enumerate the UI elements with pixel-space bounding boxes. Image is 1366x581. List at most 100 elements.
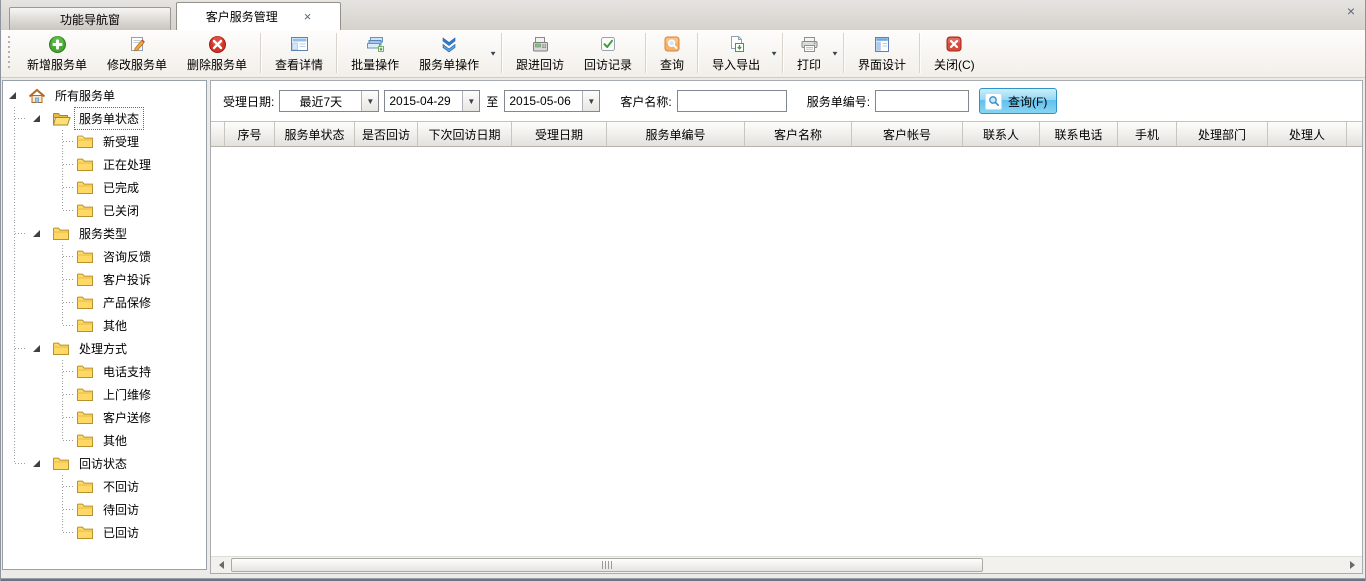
tree-guide — [27, 360, 51, 383]
column-header-customer[interactable]: 客户名称 — [745, 122, 852, 146]
tree-item-label: 新受理 — [98, 130, 144, 153]
column-header-seq[interactable]: 序号 — [225, 122, 275, 146]
button-label: 服务单操作 — [419, 56, 479, 73]
tree-item-no-visit[interactable]: 不回访 — [3, 475, 206, 498]
batch-operation-button[interactable]: 批量操作 — [341, 31, 409, 75]
follow-up-visit-button[interactable]: 跟进回访 — [506, 31, 574, 75]
tree-item-phone-support[interactable]: 电话支持 — [3, 360, 206, 383]
date-from-combo[interactable]: 2015-04-29 ▼ — [384, 90, 480, 112]
tree-item-handle-method[interactable]: 处理方式 — [3, 337, 206, 360]
search-button[interactable]: 查询(F) — [979, 88, 1057, 114]
toolbar-separator — [336, 33, 338, 73]
print-group: 打印 ▼ — [787, 31, 840, 75]
date-range-preset-combo[interactable]: 最近7天 ▼ — [279, 90, 379, 112]
toolbar-separator — [919, 33, 921, 73]
tree-guide — [3, 291, 27, 314]
expand-icon[interactable] — [33, 345, 40, 352]
dropdown-arrow-icon[interactable]: ▼ — [489, 49, 497, 56]
column-header-account[interactable]: 客户帐号 — [852, 122, 963, 146]
tree-item-customer-complaint[interactable]: 客户投诉 — [3, 268, 206, 291]
tree-guide — [3, 199, 27, 222]
search-button-label: 查询(F) — [1008, 93, 1047, 110]
toolbar-grip-icon[interactable] — [7, 36, 12, 70]
tree-item-onsite-repair[interactable]: 上门维修 — [3, 383, 206, 406]
tree-item-customer-sendin[interactable]: 客户送修 — [3, 406, 206, 429]
tree-item-new-accepted[interactable]: 新受理 — [3, 130, 206, 153]
tree-guide — [3, 337, 27, 360]
column-header-filler — [1347, 122, 1362, 146]
tree-guide — [3, 406, 27, 429]
ui-design-button[interactable]: 界面设计 — [848, 31, 916, 75]
tree-item-completed[interactable]: 已完成 — [3, 176, 206, 199]
column-header-handler[interactable]: 处理人 — [1268, 122, 1347, 146]
expand-icon[interactable] — [33, 115, 40, 122]
tab-strip: 功能导航窗 客户服务管理 × × — [1, 0, 1365, 30]
dropdown-arrow-icon[interactable]: ▼ — [831, 49, 839, 56]
tree-item-visited[interactable]: 已回访 — [3, 521, 206, 544]
search-icon — [985, 93, 1002, 110]
horizontal-scrollbar[interactable] — [211, 556, 1362, 573]
customer-name-input[interactable] — [677, 90, 787, 112]
tree-item-pending-visit[interactable]: 待回访 — [3, 498, 206, 521]
print-button[interactable]: 打印 — [787, 31, 831, 75]
expand-icon[interactable] — [9, 92, 16, 99]
tree-item-label: 客户送修 — [98, 406, 156, 429]
tree-guide — [3, 452, 27, 475]
window-close-icon[interactable]: × — [1347, 4, 1355, 18]
dropdown-arrow-icon[interactable]: ▼ — [770, 49, 778, 56]
column-header-order-status[interactable]: 服务单状态 — [275, 122, 355, 146]
folder-icon — [76, 317, 95, 334]
tab-customer-service[interactable]: 客户服务管理 × — [176, 2, 341, 30]
tree-item-processing[interactable]: 正在处理 — [3, 153, 206, 176]
tree-item-label: 产品保修 — [98, 291, 156, 314]
column-header-next-visit[interactable]: 下次回访日期 — [418, 122, 512, 146]
import-export-button[interactable]: 导入导出 — [702, 31, 770, 75]
view-details-button[interactable]: 查看详情 — [265, 31, 333, 75]
add-service-order-button[interactable]: 新增服务单 — [17, 31, 97, 75]
navigation-tree-panel: 所有服务单 服务单状态 新受理 正在处理 — [2, 80, 207, 570]
tree-item-all-orders[interactable]: 所有服务单 — [3, 84, 206, 107]
toolbar-separator — [782, 33, 784, 73]
tree-item-service-type[interactable]: 服务类型 — [3, 222, 206, 245]
folder-icon — [76, 294, 95, 311]
column-header-mobile[interactable]: 手机 — [1118, 122, 1177, 146]
tree-item-type-other[interactable]: 其他 — [3, 314, 206, 337]
column-header-phone[interactable]: 联系电话 — [1040, 122, 1118, 146]
tree-item-label: 其他 — [98, 429, 132, 452]
column-header-accept-date[interactable]: 受理日期 — [512, 122, 607, 146]
delete-service-order-button[interactable]: 删除服务单 — [177, 31, 257, 75]
tree-item-product-warranty[interactable]: 产品保修 — [3, 291, 206, 314]
close-button[interactable]: 关闭(C) — [924, 31, 985, 75]
service-order-actions-button[interactable]: 服务单操作 — [409, 31, 489, 75]
scroll-left-icon[interactable] — [213, 557, 229, 573]
tree-item-label: 咨询反馈 — [98, 245, 156, 268]
scrollbar-thumb[interactable] — [231, 558, 983, 572]
column-header-contact[interactable]: 联系人 — [963, 122, 1040, 146]
tree-item-visit-status[interactable]: 回访状态 — [3, 452, 206, 475]
expand-icon[interactable] — [33, 460, 40, 467]
tree-item-closed[interactable]: 已关闭 — [3, 199, 206, 222]
column-header-department[interactable]: 处理部门 — [1177, 122, 1268, 146]
column-header-order-number[interactable]: 服务单编号 — [607, 122, 745, 146]
grid-body-empty[interactable] — [211, 147, 1362, 556]
edit-service-order-button[interactable]: 修改服务单 — [97, 31, 177, 75]
visit-record-button[interactable]: 回访记录 — [574, 31, 642, 75]
column-header-is-visit[interactable]: 是否回访 — [355, 122, 418, 146]
tree-item-label: 已完成 — [98, 176, 144, 199]
date-to-combo[interactable]: 2015-05-06 ▼ — [504, 90, 600, 112]
tab-close-icon[interactable]: × — [304, 10, 312, 23]
order-number-input[interactable] — [875, 90, 969, 112]
check-record-icon — [599, 34, 617, 54]
scroll-right-icon[interactable] — [1344, 557, 1360, 573]
tab-function-nav[interactable]: 功能导航窗 — [9, 7, 171, 30]
chevron-down-icon[interactable]: ▼ — [361, 91, 378, 111]
combo-value: 最近7天 — [280, 93, 361, 110]
query-button[interactable]: 查询 — [650, 31, 694, 75]
chevron-down-icon[interactable]: ▼ — [582, 91, 599, 111]
chevron-down-icon[interactable]: ▼ — [462, 91, 479, 111]
tree-item-method-other[interactable]: 其他 — [3, 429, 206, 452]
main-panel: 受理日期: 最近7天 ▼ 2015-04-29 ▼ 至 2015-05-06 ▼… — [210, 80, 1363, 574]
tree-item-order-status[interactable]: 服务单状态 — [3, 107, 206, 130]
expand-icon[interactable] — [33, 230, 40, 237]
tree-item-consult-feedback[interactable]: 咨询反馈 — [3, 245, 206, 268]
